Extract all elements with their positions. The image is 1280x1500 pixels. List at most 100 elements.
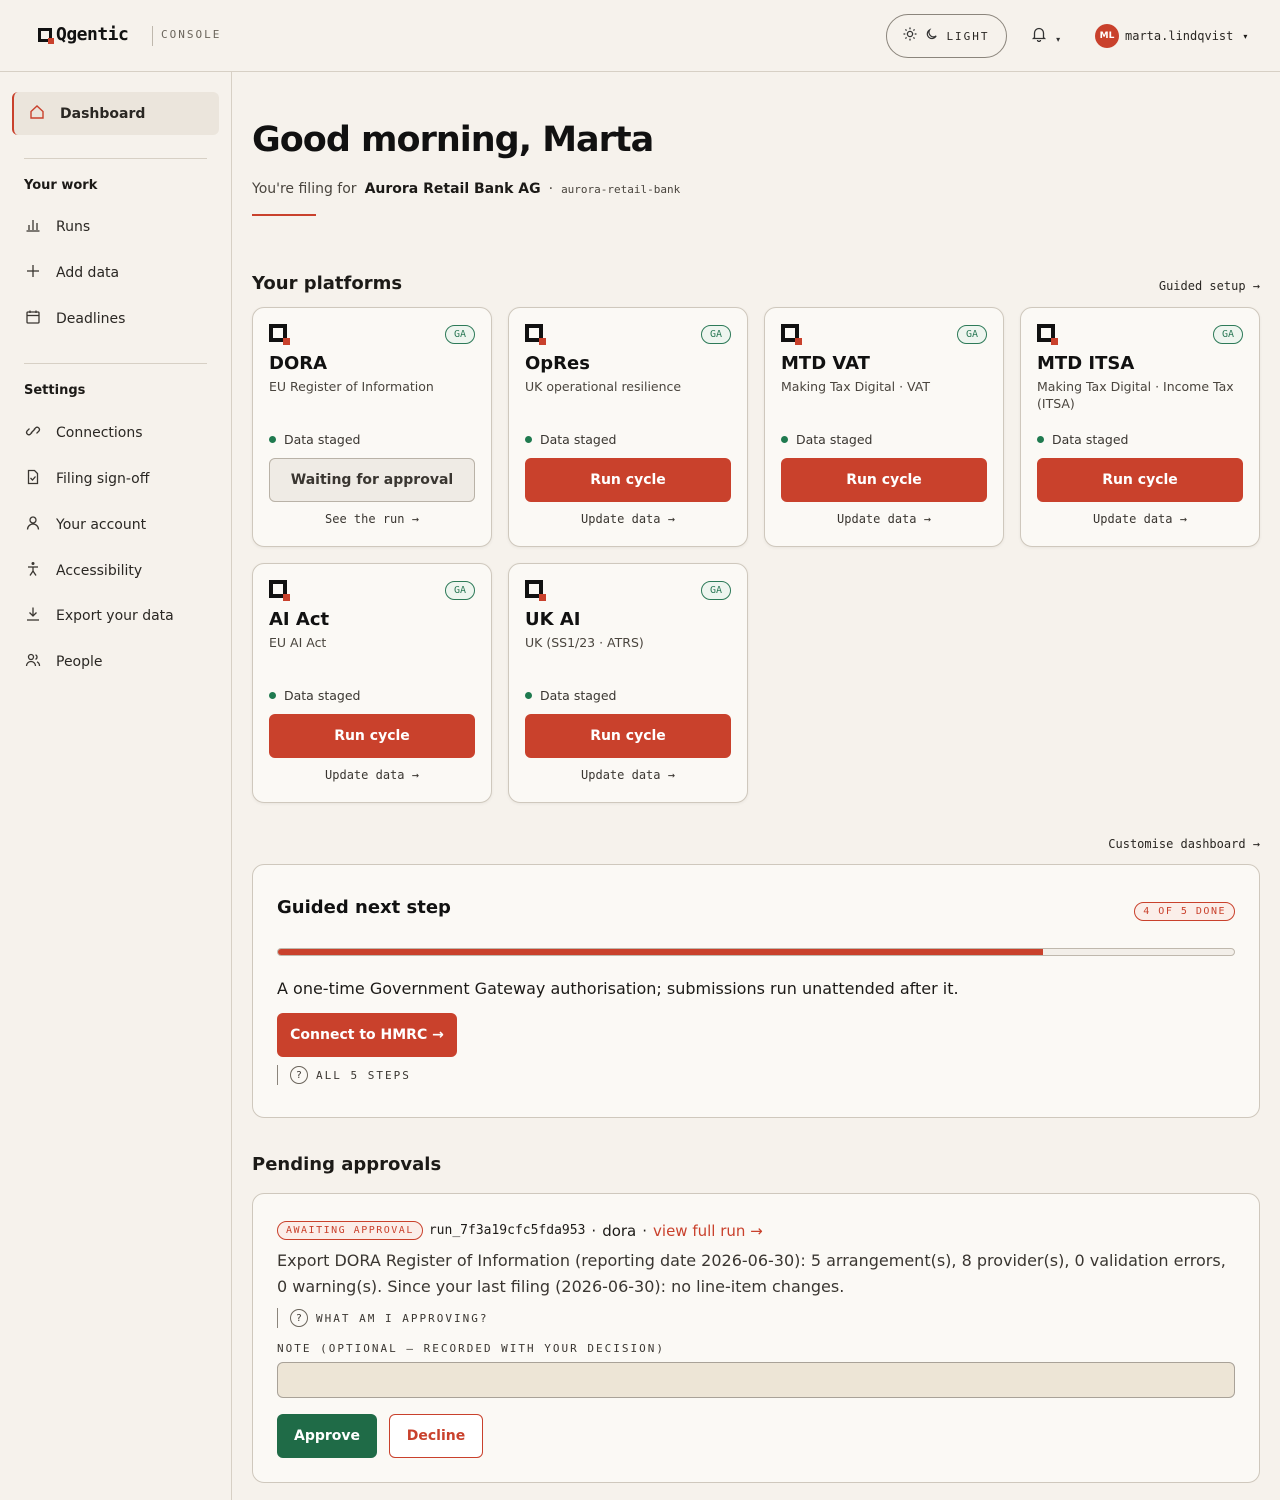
data-status: Data staged: [525, 688, 616, 703]
status-badge: GA: [1212, 325, 1243, 344]
platform-logo-icon: [781, 324, 802, 345]
accessibility-icon: [24, 561, 42, 581]
guided-title: Guided next step: [277, 897, 451, 918]
sidebar-item-label: People: [56, 654, 103, 670]
status-badge: GA: [444, 325, 475, 344]
sidebar-item-filing-sign-off[interactable]: Filing sign-off: [24, 467, 149, 491]
sidebar-item-export-your-data[interactable]: Export your data: [24, 604, 174, 628]
run-cycle-button[interactable]: Run cycle: [1037, 458, 1243, 502]
update-data-link[interactable]: Update data →: [1021, 512, 1259, 526]
theme-toggle[interactable]: LIGHT: [886, 14, 1007, 58]
platform-logo-icon: [1037, 324, 1058, 345]
platform-subtitle: EU Register of Information: [269, 379, 434, 394]
platform-card: GA MTD VAT Making Tax Digital · VAT Data st…: [764, 307, 1004, 547]
bar-chart-icon: [24, 217, 42, 237]
update-data-link[interactable]: Update data →: [765, 512, 1003, 526]
sidebar-item-add-data[interactable]: Add data: [24, 261, 119, 285]
status-badge: GA: [444, 581, 475, 600]
status-text: Data staged: [1052, 432, 1129, 447]
title-underline: [252, 214, 316, 216]
status-dot-icon: [269, 436, 276, 443]
data-status: Data staged: [1037, 432, 1128, 447]
platform-subtitle: UK operational resilience: [525, 379, 682, 394]
question-icon: ?: [290, 1309, 308, 1327]
sidebar-item-label: Accessibility: [56, 563, 143, 579]
approval-card: AWAITING APPROVAL run_7f3a19cfc5fda953 ·…: [252, 1193, 1260, 1483]
what-am-i-approving-help[interactable]: ? WHAT AM I APPROVING?: [277, 1308, 488, 1328]
see-the-run-link[interactable]: See the run →: [253, 512, 491, 526]
notifications-button[interactable]: ▾: [1031, 26, 1060, 46]
separator: ·: [548, 181, 554, 197]
platform-logo-icon: [525, 580, 546, 601]
console-label: CONSOLE: [161, 28, 222, 41]
note-input[interactable]: [277, 1362, 1235, 1398]
status-badge: GA: [700, 325, 731, 344]
run-cycle-button[interactable]: Run cycle: [525, 714, 731, 758]
run-cycle-button[interactable]: Run cycle: [525, 458, 731, 502]
status-badge: GA: [700, 581, 731, 600]
data-status: Data staged: [525, 432, 616, 447]
platform-card: GA AI Act EU AI Act Data staged Run cycle Upd…: [252, 563, 492, 803]
theme-label: LIGHT: [946, 29, 990, 43]
logo[interactable]: Qgentic: [38, 24, 129, 45]
user-name: marta.lindqvist: [1125, 29, 1234, 43]
status-text: Data staged: [540, 432, 617, 447]
all-steps-help[interactable]: ? ALL 5 STEPS: [277, 1065, 411, 1085]
status-dot-icon: [525, 692, 532, 699]
help-text: WHAT AM I APPROVING?: [316, 1311, 489, 1325]
sidebar-item-label: Add data: [56, 265, 120, 281]
user-menu[interactable]: ML marta.lindqvist ▾: [1095, 24, 1247, 48]
sidebar-item-label: Filing sign-off: [56, 471, 150, 487]
sidebar-item-label: Connections: [56, 425, 143, 441]
platform-subtitle: EU AI Act: [269, 635, 327, 650]
platform-subtitle: UK (SS1/23 · ATRS): [525, 635, 644, 650]
filing-prefix: You're filing for: [252, 181, 357, 197]
platform-card: GA DORA EU Register of Information Data sta…: [252, 307, 492, 547]
pending-approvals-title: Pending approvals: [252, 1154, 442, 1175]
sidebar-item-runs[interactable]: Runs: [24, 215, 90, 239]
update-data-link[interactable]: Update data →: [253, 768, 491, 782]
platform-logo-icon: [269, 580, 290, 601]
platform-logo-icon: [525, 324, 546, 345]
sidebar-item-people[interactable]: People: [24, 650, 103, 674]
platform-card: GA OpRes UK operational resilience Data sta…: [508, 307, 748, 547]
guided-setup-link[interactable]: Guided setup →: [1159, 279, 1260, 293]
sidebar-item-deadlines[interactable]: Deadlines: [24, 307, 125, 331]
customise-dashboard-link[interactable]: Customise dashboard →: [1108, 837, 1260, 851]
platforms-title: Your platforms: [252, 273, 403, 294]
chevron-down-icon: ▾: [1243, 31, 1248, 41]
section-label-your-work: Your work: [24, 178, 98, 193]
status-dot-icon: [1037, 436, 1044, 443]
separator: ·: [591, 1221, 597, 1240]
sidebar-item-dashboard[interactable]: Dashboard: [12, 92, 219, 135]
page-title: Good morning, Marta: [252, 120, 654, 160]
help-text: ALL 5 STEPS: [316, 1068, 411, 1082]
approval-header: AWAITING APPROVAL run_7f3a19cfc5fda953 ·…: [277, 1221, 763, 1240]
org-slug: aurora-retail-bank: [561, 183, 681, 196]
sidebar-item-accessibility[interactable]: Accessibility: [24, 559, 142, 583]
link-icon: [24, 423, 42, 443]
waiting-for-approval-button[interactable]: Waiting for approval: [269, 458, 475, 502]
avatar: ML: [1095, 24, 1119, 48]
run-cycle-button[interactable]: Run cycle: [781, 458, 987, 502]
progress-badge: 4 OF 5 DONE: [1134, 902, 1235, 921]
status-badge: AWAITING APPROVAL: [277, 1221, 423, 1240]
data-status: Data staged: [269, 688, 360, 703]
connect-hmrc-button[interactable]: Connect to HMRC →: [277, 1013, 457, 1057]
platform-name: MTD VAT: [781, 353, 870, 374]
logo-mark-icon: [38, 27, 54, 44]
update-data-link[interactable]: Update data →: [509, 512, 747, 526]
update-data-link[interactable]: Update data →: [509, 768, 747, 782]
sidebar-item-connections[interactable]: Connections: [24, 421, 143, 445]
platform-name: OpRes: [525, 353, 590, 374]
run-cycle-button[interactable]: Run cycle: [269, 714, 475, 758]
status-text: Data staged: [284, 688, 361, 703]
decline-button[interactable]: Decline: [389, 1414, 483, 1458]
approve-button[interactable]: Approve: [277, 1414, 377, 1458]
filing-context: You're filing for Aurora Retail Bank AG …: [252, 181, 680, 197]
sidebar-item-your-account[interactable]: Your account: [24, 513, 146, 537]
sidebar-item-label: Dashboard: [60, 105, 146, 122]
sidebar-item-label: Runs: [56, 219, 91, 235]
data-status: Data staged: [781, 432, 872, 447]
view-full-run-link[interactable]: view full run →: [653, 1222, 763, 1240]
